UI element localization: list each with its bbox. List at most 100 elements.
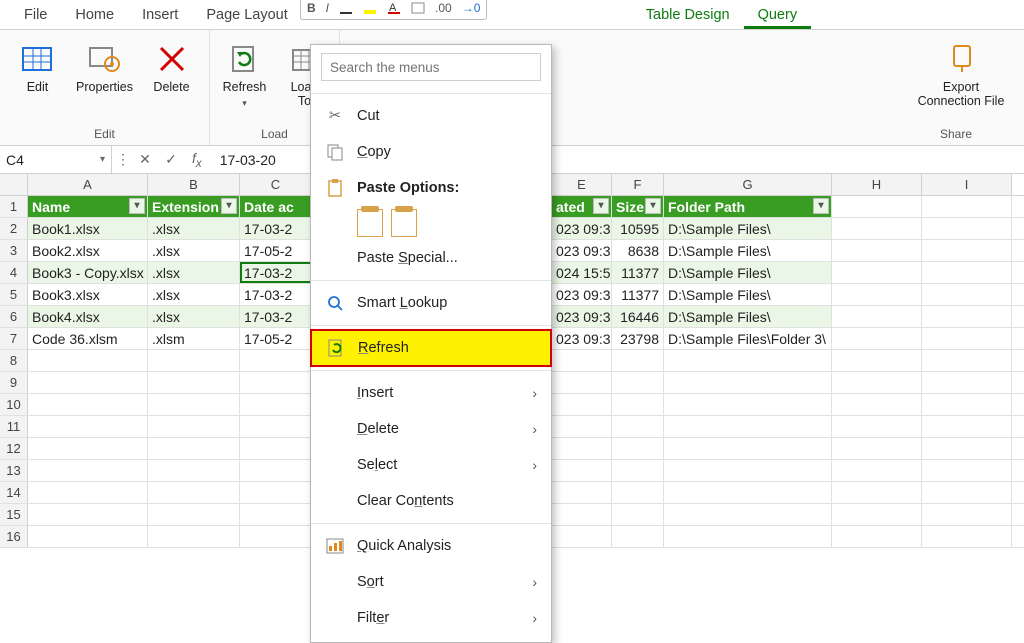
cell[interactable]: [552, 350, 612, 371]
row-header[interactable]: 2: [0, 218, 28, 239]
cell[interactable]: [612, 482, 664, 503]
cell[interactable]: 17-03-2: [240, 284, 312, 305]
cell[interactable]: [922, 350, 1012, 371]
cell[interactable]: [148, 372, 240, 393]
row-header[interactable]: 14: [0, 482, 28, 503]
paste-option-1[interactable]: [357, 209, 383, 237]
tab-table-design[interactable]: Table Design: [632, 1, 744, 29]
cell[interactable]: [664, 372, 832, 393]
cell[interactable]: [28, 460, 148, 481]
filter-dropdown-icon[interactable]: ▾: [593, 198, 609, 214]
col-header-e[interactable]: E: [552, 174, 612, 195]
cell[interactable]: D:\Sample Files\Folder 3\: [664, 328, 832, 349]
cell[interactable]: D:\Sample Files\: [664, 240, 832, 261]
cell[interactable]: 16446: [612, 306, 664, 327]
mini-bold-icon[interactable]: B: [307, 1, 316, 15]
mini-borders-icon[interactable]: [411, 2, 425, 14]
row-header[interactable]: 4: [0, 262, 28, 283]
cell[interactable]: [148, 482, 240, 503]
cell[interactable]: [832, 438, 922, 459]
cell[interactable]: [664, 438, 832, 459]
cell[interactable]: [922, 482, 1012, 503]
menu-delete[interactable]: Delete ›: [311, 411, 551, 447]
cell[interactable]: [832, 196, 922, 217]
cell[interactable]: 17-03-2: [240, 218, 312, 239]
cell[interactable]: [240, 350, 312, 371]
cell[interactable]: 024 15:56: [552, 262, 612, 283]
cell[interactable]: [612, 460, 664, 481]
tab-page-layout[interactable]: Page Layout: [192, 1, 301, 29]
cell[interactable]: [612, 394, 664, 415]
col-header-b[interactable]: B: [148, 174, 240, 195]
cell[interactable]: [28, 438, 148, 459]
cell[interactable]: [664, 460, 832, 481]
row-header[interactable]: 9: [0, 372, 28, 393]
cell[interactable]: [612, 416, 664, 437]
cell[interactable]: [240, 438, 312, 459]
cell[interactable]: [240, 526, 312, 547]
cell[interactable]: .xlsx: [148, 218, 240, 239]
mini-highlight-icon[interactable]: [363, 2, 377, 14]
menu-refresh[interactable]: Refresh: [310, 329, 552, 367]
cell[interactable]: [28, 482, 148, 503]
name-box[interactable]: C4 ▾: [0, 146, 112, 173]
row-header[interactable]: 15: [0, 504, 28, 525]
cell[interactable]: D:\Sample Files\: [664, 284, 832, 305]
row-header[interactable]: 16: [0, 526, 28, 547]
properties-button[interactable]: Properties: [68, 38, 142, 98]
cell[interactable]: [664, 416, 832, 437]
cell[interactable]: D:\Sample Files\: [664, 262, 832, 283]
cell[interactable]: [552, 394, 612, 415]
cell[interactable]: [148, 416, 240, 437]
cell[interactable]: 23798: [612, 328, 664, 349]
cell[interactable]: [28, 350, 148, 371]
cell[interactable]: .xlsx: [148, 262, 240, 283]
cell[interactable]: [664, 394, 832, 415]
cell[interactable]: [148, 438, 240, 459]
cell[interactable]: Book4.xlsx: [28, 306, 148, 327]
cell[interactable]: 023 09:30: [552, 218, 612, 239]
cell[interactable]: [240, 482, 312, 503]
more-dots-icon[interactable]: ⋮: [116, 151, 130, 168]
cell[interactable]: [922, 284, 1012, 305]
cell[interactable]: [612, 504, 664, 525]
row-header[interactable]: 13: [0, 460, 28, 481]
cell[interactable]: [922, 240, 1012, 261]
menu-paste-special[interactable]: Paste Special...: [311, 240, 551, 276]
cell[interactable]: [922, 438, 1012, 459]
col-header-i[interactable]: I: [922, 174, 1012, 195]
fx-icon[interactable]: fx: [186, 150, 208, 170]
mini-underline-icon[interactable]: [339, 2, 353, 14]
cell[interactable]: [612, 372, 664, 393]
cell[interactable]: [664, 482, 832, 503]
col-header-g[interactable]: G: [664, 174, 832, 195]
row-header[interactable]: 3: [0, 240, 28, 261]
cell[interactable]: 023 09:30: [552, 240, 612, 261]
cell[interactable]: [552, 372, 612, 393]
row-header[interactable]: 6: [0, 306, 28, 327]
filter-dropdown-icon[interactable]: ▾: [813, 198, 829, 214]
cell[interactable]: [832, 416, 922, 437]
cell[interactable]: Book1.xlsx: [28, 218, 148, 239]
cell[interactable]: [664, 504, 832, 525]
cell[interactable]: [612, 438, 664, 459]
edit-button[interactable]: Edit: [8, 38, 68, 98]
header-name[interactable]: Name▾: [28, 196, 148, 217]
refresh-button[interactable]: Refresh ▾: [215, 38, 275, 113]
menu-filter[interactable]: Filter ›: [311, 600, 551, 636]
cell[interactable]: [832, 526, 922, 547]
row-header[interactable]: 5: [0, 284, 28, 305]
cell[interactable]: [922, 196, 1012, 217]
cell[interactable]: [832, 240, 922, 261]
cell[interactable]: [832, 482, 922, 503]
cell[interactable]: [832, 306, 922, 327]
cell[interactable]: .xlsx: [148, 306, 240, 327]
cell[interactable]: [832, 284, 922, 305]
tab-home[interactable]: Home: [61, 1, 128, 29]
cell[interactable]: [922, 394, 1012, 415]
cell[interactable]: [832, 218, 922, 239]
header-size[interactable]: Size▾: [612, 196, 664, 217]
cell[interactable]: 11377: [612, 262, 664, 283]
cell[interactable]: 023 09:30: [552, 284, 612, 305]
mini-decimal-shift-icon[interactable]: →0: [462, 1, 481, 15]
